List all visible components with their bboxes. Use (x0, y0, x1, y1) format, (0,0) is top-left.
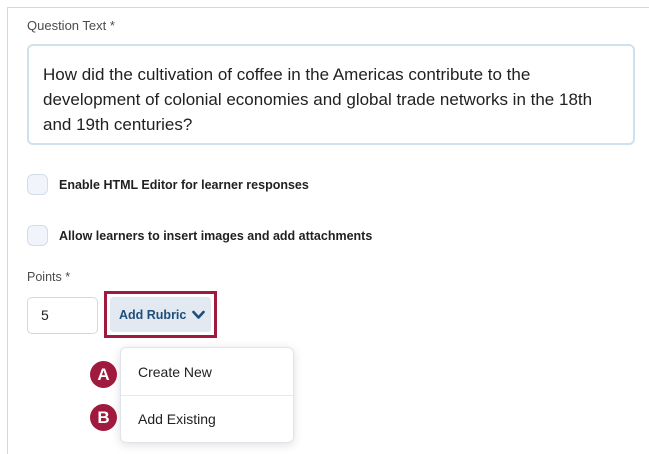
callout-badge-a: A (90, 361, 117, 388)
add-rubric-label: Add Rubric (119, 307, 187, 322)
enable-html-editor-checkbox[interactable] (27, 174, 48, 195)
allow-attachments-label: Allow learners to insert images and add … (59, 228, 373, 243)
add-rubric-button[interactable]: Add Rubric (110, 297, 211, 332)
chevron-down-icon (192, 310, 206, 319)
question-text-label: Question Text * (27, 18, 115, 33)
callout-badge-b: B (90, 404, 117, 431)
question-text-field[interactable]: How did the cultivation of coffee in the… (27, 44, 635, 145)
menu-item-add-existing[interactable]: Add Existing (121, 395, 293, 442)
enable-html-editor-label: Enable HTML Editor for learner responses (59, 177, 309, 192)
menu-item-create-new[interactable]: Create New (121, 348, 293, 395)
points-label: Points * (27, 270, 71, 284)
rubric-dropdown-menu: Create New Add Existing (120, 347, 294, 443)
allow-attachments-option[interactable]: Allow learners to insert images and add … (27, 225, 372, 246)
allow-attachments-checkbox[interactable] (27, 225, 48, 246)
points-input[interactable]: 5 (27, 297, 98, 334)
enable-html-editor-option[interactable]: Enable HTML Editor for learner responses (27, 174, 309, 195)
